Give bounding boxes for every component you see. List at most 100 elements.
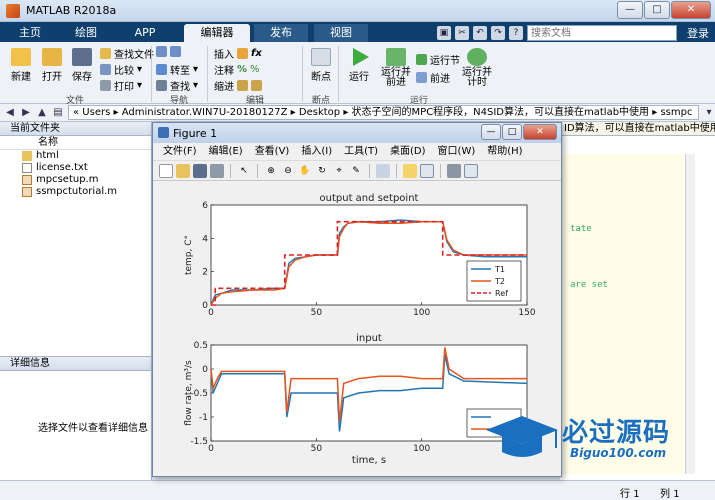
save-button[interactable]: 保存 (68, 48, 96, 83)
minimize-button[interactable]: — (617, 1, 643, 19)
menu-file[interactable]: 文件(F) (163, 143, 197, 160)
breakpoint-icon (311, 48, 331, 66)
nav-arrows[interactable] (156, 46, 181, 57)
file-item-folder[interactable]: html (0, 150, 151, 162)
figure-toolbar: ↖ ⊕ ⊖ ✋ ↻ ⌖ ✎ (153, 161, 561, 181)
path-segment[interactable]: ssmpc (660, 107, 692, 118)
print-icon (100, 80, 111, 91)
brush-icon[interactable]: ✎ (349, 164, 363, 178)
x-axis-label: time, s (352, 455, 386, 466)
up-folder-icon[interactable]: ▲ (36, 107, 48, 119)
open-button[interactable]: 打开 (38, 48, 66, 83)
breakpoint-button[interactable]: 断点 (306, 48, 336, 83)
toolbar-separator (396, 163, 397, 178)
login-link[interactable]: 登录 (687, 25, 709, 41)
ribbon-tabbar: 主页 绘图 APP 编辑器 发布 视图 ▣ ✂ ↶ ↷ ? 登录 (0, 22, 715, 42)
run-time-button[interactable]: 运行并 计时 (460, 48, 494, 88)
tab-plots[interactable]: 绘图 (64, 24, 108, 42)
m-file-icon (22, 175, 32, 185)
help-quick-icon[interactable]: ? (509, 26, 523, 40)
browse-folder-icon[interactable]: ▤ (52, 107, 64, 119)
show-tools-icon[interactable] (464, 163, 478, 178)
tab-editor[interactable]: 编辑器 (184, 24, 250, 42)
pointer-icon[interactable]: ↖ (237, 164, 251, 178)
find-files-button[interactable]: 查找文件 (100, 46, 154, 61)
tab-view[interactable]: 视图 (314, 24, 368, 42)
insert-button[interactable]: 插入 fx (214, 46, 262, 61)
path-segment[interactable]: Desktop (299, 107, 340, 118)
save-quick-icon[interactable]: ▣ (437, 26, 451, 40)
cut-quick-icon[interactable]: ✂ (455, 26, 469, 40)
path-segment[interactable]: 状态子空间的MPC程序段，N4SID算法，可以直接在matlab中使用 (352, 107, 650, 118)
menu-window[interactable]: 窗口(W) (438, 143, 476, 160)
menu-view[interactable]: 查看(V) (255, 143, 290, 160)
undo-quick-icon[interactable]: ↶ (473, 26, 487, 40)
details-title: 详细信息 (0, 357, 151, 371)
data-cursor-icon[interactable]: ⌖ (332, 164, 346, 178)
advance-button[interactable]: 前进 (416, 70, 450, 85)
run-button[interactable]: 运行 (344, 48, 374, 83)
back-icon[interactable]: ◀ (4, 107, 16, 119)
rotate-icon[interactable]: ↻ (315, 164, 329, 178)
group-separator (338, 46, 339, 102)
close-button[interactable]: ✕ (671, 1, 711, 19)
x-tick-label: 0 (208, 444, 214, 454)
menu-edit[interactable]: 编辑(E) (209, 143, 243, 160)
y-tick-label: 4 (202, 234, 208, 244)
search-docs-input[interactable] (527, 25, 677, 41)
y-tick-label: 6 (202, 201, 208, 211)
address-dropdown-icon[interactable]: ▾ (703, 107, 715, 119)
tab-apps[interactable]: APP (120, 24, 170, 42)
pan-icon[interactable]: ✋ (298, 164, 312, 178)
file-item[interactable]: ssmpctutorial.m (0, 186, 151, 198)
save-figure-icon[interactable] (193, 163, 207, 178)
editor-scrollbar[interactable] (685, 154, 695, 474)
file-item[interactable]: mpcsetup.m (0, 174, 151, 186)
address-path[interactable]: « Users ▸ Administrator.WIN7U-20180127Z … (68, 105, 699, 120)
tab-home[interactable]: 主页 (8, 24, 52, 42)
run-section-button[interactable]: 运行节 (416, 52, 460, 67)
compare-button[interactable]: 比较 ▾ (100, 62, 142, 77)
find-files-icon (100, 48, 111, 59)
open-figure-icon[interactable] (176, 163, 190, 178)
hide-tools-icon[interactable] (447, 163, 461, 178)
legend-label: Ref (495, 289, 508, 298)
goto-button[interactable]: 转至 ▾ (156, 62, 198, 77)
new-button[interactable]: 新建 (6, 48, 36, 83)
maximize-button[interactable]: □ (644, 1, 670, 19)
fx-icon: fx (251, 48, 262, 59)
redo-quick-icon[interactable]: ↷ (491, 26, 505, 40)
menu-tools[interactable]: 工具(T) (344, 143, 378, 160)
save-icon (72, 48, 92, 66)
tab-publish[interactable]: 发布 (254, 24, 308, 42)
row-indicator: 行 1 (620, 489, 640, 500)
new-figure-icon[interactable] (159, 163, 173, 178)
text-file-icon (22, 163, 32, 173)
print-button[interactable]: 打印 ▾ (100, 78, 142, 93)
column-header-name[interactable]: 名称 (0, 136, 151, 150)
figure-close-button[interactable]: ✕ (523, 124, 557, 140)
path-segment[interactable]: Users (82, 107, 110, 118)
menu-desktop[interactable]: 桌面(D) (390, 143, 426, 160)
menu-insert[interactable]: 插入(I) (301, 143, 332, 160)
figure-minimize-button[interactable]: — (481, 124, 501, 140)
find-button[interactable]: 查找 ▾ (156, 78, 198, 93)
print-figure-icon[interactable] (210, 163, 224, 178)
zoom-out-icon[interactable]: ⊖ (281, 164, 295, 178)
link-plot-icon[interactable] (376, 163, 390, 178)
zoom-in-icon[interactable]: ⊕ (264, 164, 278, 178)
path-segment[interactable]: Administrator.WIN7U-20180127Z (122, 107, 288, 118)
file-item[interactable]: license.txt (0, 162, 151, 174)
indent-button[interactable]: 缩进 (214, 78, 262, 93)
run-advance-button[interactable]: 运行并 前进 (378, 48, 414, 88)
details-panel: 详细信息 选择文件以查看详细信息 (0, 356, 152, 480)
run-section-icon (416, 54, 427, 65)
legend-icon[interactable] (420, 163, 434, 178)
menu-help[interactable]: 帮助(H) (487, 143, 522, 160)
details-message: 选择文件以查看详细信息 (38, 423, 148, 434)
colorbar-icon[interactable] (403, 163, 417, 178)
forward-icon[interactable]: ▶ (20, 107, 32, 119)
figure-maximize-button[interactable]: □ (502, 124, 522, 140)
comment-button[interactable]: 注释%% (214, 62, 260, 77)
code-fragment: tate (570, 224, 592, 234)
